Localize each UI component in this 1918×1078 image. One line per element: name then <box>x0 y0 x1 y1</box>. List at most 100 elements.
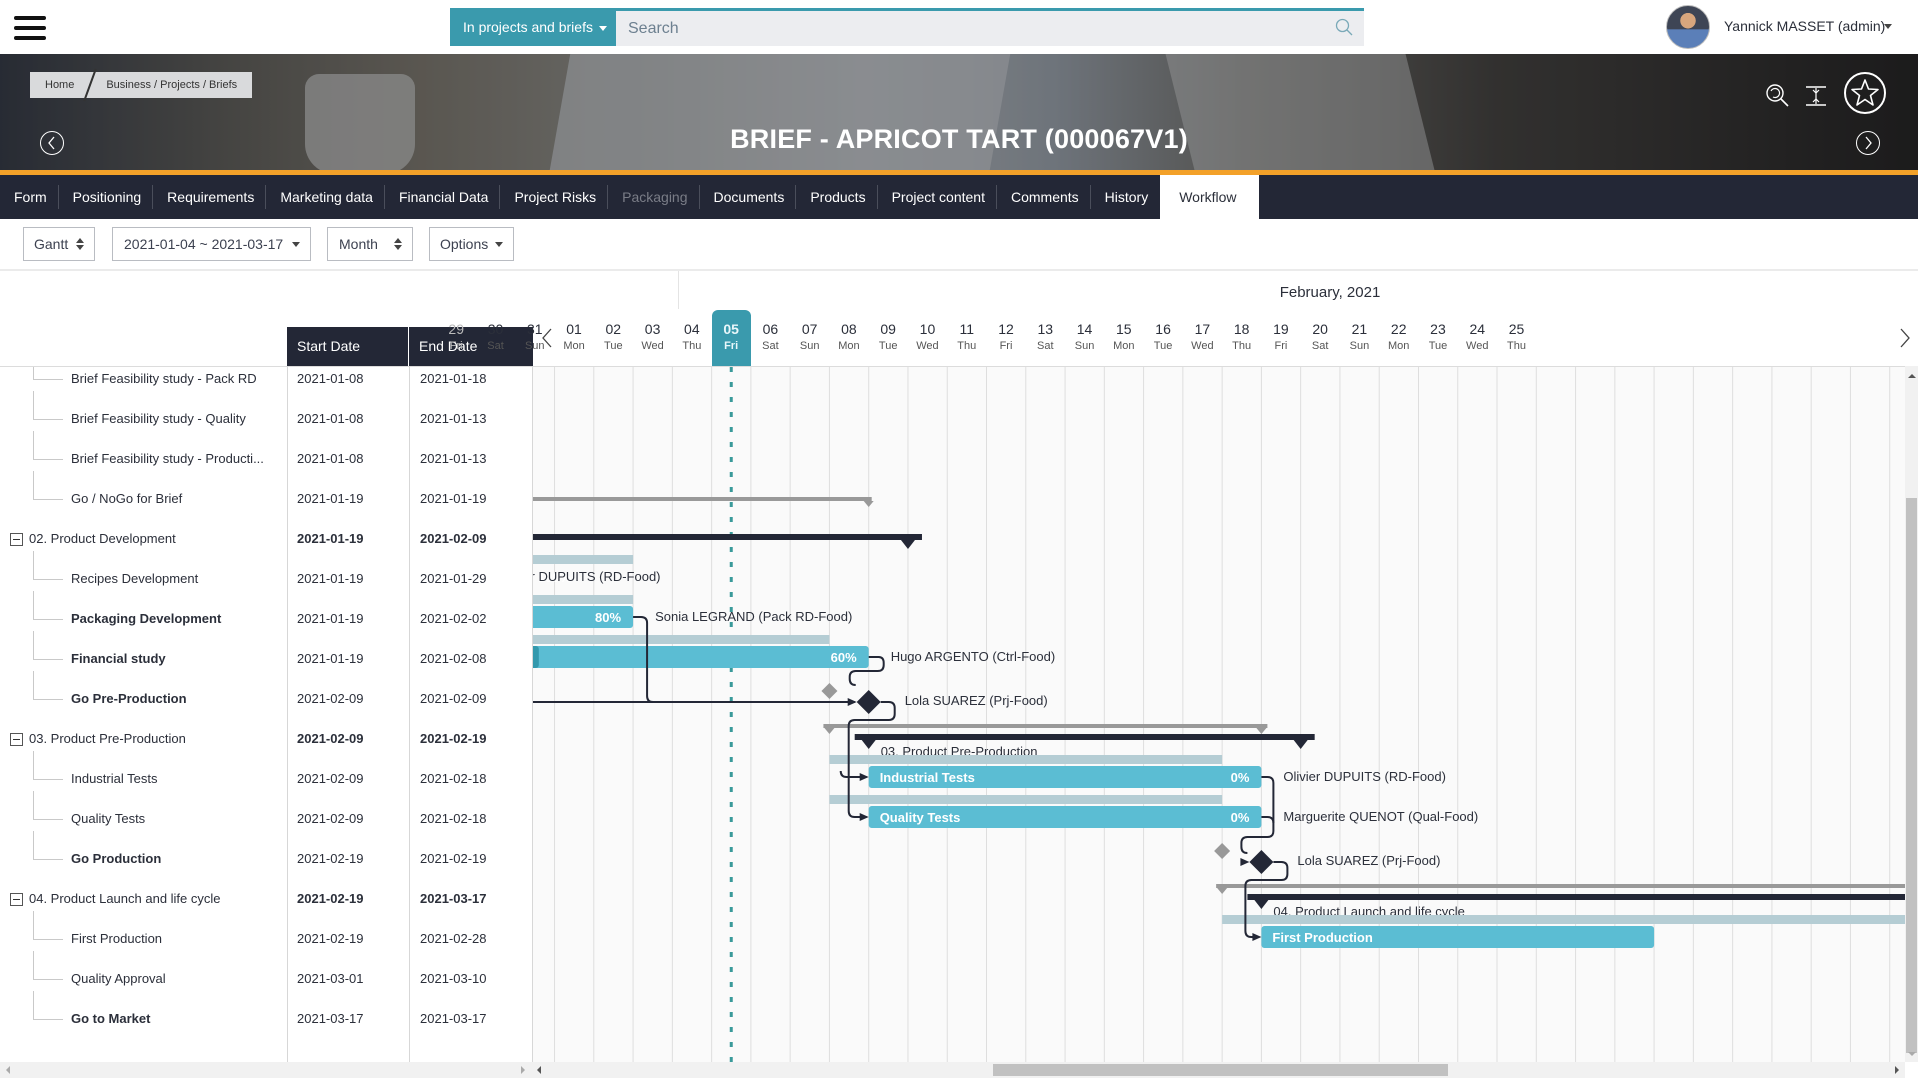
tab-form[interactable]: Form <box>0 175 59 219</box>
vertical-scroll-thumb[interactable] <box>1906 498 1917 1053</box>
options-dropdown[interactable]: Options <box>429 227 514 261</box>
scroll-left-arrow-icon[interactable] <box>6 1066 10 1074</box>
table-horizontal-scrollbar[interactable] <box>0 1062 533 1078</box>
tab-positioning[interactable]: Positioning <box>59 175 154 219</box>
breadcrumb-briefs[interactable]: Business / Projects / Briefs <box>91 72 252 98</box>
table-row[interactable]: Brief Feasibility study - Quality 2021-01… <box>0 391 532 439</box>
star-icon <box>1851 79 1879 106</box>
breadcrumb-home[interactable]: Home <box>30 72 89 98</box>
day-number: 25 <box>1508 321 1525 337</box>
table-row[interactable]: Go Production 2021-02-19 2021-02-19 <box>0 831 532 879</box>
column-header-start-date[interactable]: Start Date <box>287 327 408 366</box>
timeline-day: 23 Tue <box>1418 310 1457 366</box>
table-row[interactable]: Quality Approval 2021-03-01 2021-03-10 <box>0 951 532 999</box>
scroll-up-arrow-icon[interactable] <box>1908 374 1916 378</box>
timeline-day: 12 Fri <box>987 310 1026 366</box>
date-range-picker[interactable]: 2021-01-04 ~ 2021-03-17 <box>112 227 311 261</box>
column-divider <box>287 366 288 1062</box>
summary-baseline-bar <box>533 497 872 501</box>
day-of-week: Fri <box>999 340 1013 352</box>
tree-connector <box>33 391 63 420</box>
search-icon[interactable] <box>1334 17 1354 37</box>
table-group-row[interactable]: 04. Product Launch and life cycle 2021-02… <box>0 879 532 919</box>
tab-products[interactable]: Products <box>796 175 878 219</box>
gantt-vertical-scrollbar[interactable] <box>1905 366 1918 1062</box>
timeline-prev-arrow-icon[interactable] <box>540 326 554 350</box>
summary-baseline-start-marker <box>824 728 835 734</box>
summary-bar <box>1247 894 1905 900</box>
tab-requirements[interactable]: Requirements <box>153 175 267 219</box>
table-row[interactable]: Go / NoGo for Brief 2021-01-19 2021-01-19 <box>0 471 532 519</box>
summary-baseline-end-marker <box>863 501 874 507</box>
scroll-left-arrow-icon[interactable] <box>537 1066 541 1074</box>
timeline-day: 13 Sat <box>1026 310 1065 366</box>
tab-project-risks[interactable]: Project Risks <box>500 175 608 219</box>
view-select[interactable]: Gantt <box>23 227 95 261</box>
day-of-week: Wed <box>1191 340 1214 352</box>
dependency-arrow-icon <box>847 698 857 706</box>
scale-select[interactable]: Month <box>327 227 413 261</box>
end-date: 2021-02-18 <box>420 771 487 786</box>
tree-connector <box>33 991 63 1020</box>
tab-project-content[interactable]: Project content <box>878 175 998 219</box>
collapse-vertical-icon[interactable] <box>1804 84 1828 108</box>
timeline-day: 11 Thu <box>947 310 986 366</box>
end-date: 2021-03-10 <box>420 971 487 986</box>
search-scope-dropdown[interactable]: In projects and briefs <box>450 8 616 46</box>
banner-image-decoration <box>305 74 415 170</box>
favorite-button[interactable] <box>1844 72 1886 114</box>
options-label: Options <box>440 236 489 252</box>
table-row[interactable]: Packaging Development 2021-01-19 2021-02-0… <box>0 591 532 639</box>
task-name: Brief Feasibility study - Quality <box>71 411 246 426</box>
tab-workflow[interactable]: Workflow <box>1160 175 1259 219</box>
task-name: First Production <box>71 931 163 946</box>
collapse-icon[interactable] <box>10 893 23 906</box>
table-row[interactable]: Financial study 2021-01-19 2021-02-08 <box>0 631 532 679</box>
table-row[interactable]: Go to Market 2021-03-17 2021-03-17 <box>0 991 532 1039</box>
task-name: Go Production <box>71 851 162 866</box>
scroll-right-arrow-icon[interactable] <box>1895 1066 1899 1074</box>
table-row[interactable]: Recipes Development 2021-01-19 2021-01-29 <box>0 551 532 599</box>
timeline-day: 16 Tue <box>1144 310 1183 366</box>
gantt-chart: 100%Olivier DUPUITS (RD-Food)80%Sonia LE… <box>533 366 1905 1062</box>
tree-connector <box>33 431 63 460</box>
table-group-row[interactable]: 03. Product Pre-Production 2021-02-09 2021… <box>0 719 532 759</box>
table-row[interactable]: First Production 2021-02-19 2021-02-28 <box>0 911 532 959</box>
end-date: 2021-02-08 <box>420 651 487 666</box>
previous-record-button[interactable] <box>40 131 64 155</box>
scroll-right-arrow-icon[interactable] <box>521 1066 525 1074</box>
tab-financial-data[interactable]: Financial Data <box>385 175 501 219</box>
day-number: 18 <box>1233 321 1250 337</box>
table-row[interactable]: Industrial Tests 2021-02-09 2021-02-18 <box>0 751 532 799</box>
user-chevron-down-icon[interactable] <box>1884 24 1892 29</box>
search-input[interactable] <box>616 8 1364 46</box>
table-row[interactable]: Go Pre-Production 2021-02-09 2021-02-09 <box>0 671 532 719</box>
table-row[interactable]: Brief Feasibility study - Pack RD 2021-01… <box>0 367 532 399</box>
task-resource-label: Sonia LEGRAND (Pack RD-Food) <box>655 609 852 624</box>
chevron-down-icon <box>598 25 607 31</box>
collapse-icon[interactable] <box>10 533 23 546</box>
table-group-row[interactable]: 02. Product Development 2021-01-19 2021-02… <box>0 519 532 559</box>
tab-marketing-data[interactable]: Marketing data <box>266 175 385 219</box>
end-date: 2021-02-19 <box>420 731 487 746</box>
avatar[interactable] <box>1666 5 1710 49</box>
user-menu[interactable]: Yannick MASSET (admin) <box>1724 18 1885 34</box>
task-baseline-bar <box>533 555 634 564</box>
refresh-search-icon[interactable] <box>1764 82 1792 110</box>
timeline-next-arrow-icon[interactable] <box>1898 326 1912 350</box>
tree-connector <box>33 671 63 700</box>
horizontal-scroll-thumb[interactable] <box>993 1064 1448 1076</box>
task-bar-label: Industrial Tests <box>880 770 975 785</box>
next-record-button[interactable] <box>1856 131 1880 155</box>
tab-comments[interactable]: Comments <box>997 175 1091 219</box>
table-row[interactable]: Quality Tests 2021-02-09 2021-02-18 <box>0 791 532 839</box>
table-row[interactable]: Brief Feasibility study - Producti... 202… <box>0 431 532 479</box>
day-of-week: Sat <box>1311 340 1329 352</box>
collapse-icon[interactable] <box>10 733 23 746</box>
summary-start-marker <box>1254 900 1269 909</box>
tab-history[interactable]: History <box>1091 175 1161 219</box>
gantt-horizontal-scrollbar[interactable] <box>533 1062 1905 1078</box>
scroll-down-arrow-icon[interactable] <box>1908 1052 1916 1056</box>
hamburger-menu-icon[interactable] <box>14 16 46 40</box>
tab-documents[interactable]: Documents <box>700 175 797 219</box>
